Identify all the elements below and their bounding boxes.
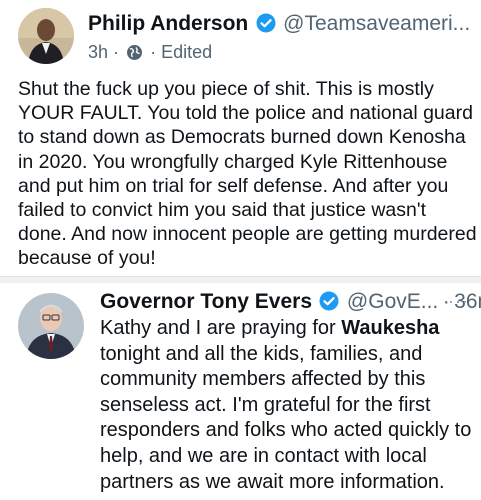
quoted-tweet-header: Governor Tony Evers @GovE... · 36m (100, 290, 481, 316)
more-options-icon[interactable]: ··· (448, 291, 469, 312)
avatar-tony-evers[interactable] (18, 293, 84, 359)
divider (0, 276, 481, 283)
tweet-text: Shut the fuck up you piece of shit. This… (18, 78, 477, 270)
quoted-author-handle[interactable]: @GovE... (347, 290, 438, 313)
globe-icon (126, 44, 143, 66)
verified-badge-icon (256, 13, 276, 38)
avatar-philip-anderson[interactable] (18, 8, 74, 64)
edited-label[interactable]: Edited (161, 42, 212, 62)
quoted-text-bold: Waukesha (341, 317, 440, 339)
quoted-author-name[interactable]: Governor Tony Evers (100, 290, 312, 313)
tweet-header: Philip Anderson @Teamsaveameri... (88, 12, 470, 38)
author-handle[interactable]: @Teamsaveameri... (283, 12, 470, 35)
quoted-tweet-text: Kathy and I are praying for Waukesha ton… (100, 316, 472, 495)
author-name[interactable]: Philip Anderson (88, 12, 248, 35)
separator-dot: · (113, 42, 120, 62)
tweet-meta: 3h · · Edited (88, 42, 212, 66)
tweet-time[interactable]: 3h (88, 42, 108, 62)
quoted-text-before: Kathy and I are praying for (100, 317, 342, 339)
quoted-text-after: tonight and all the kids, families, and … (100, 342, 472, 493)
verified-badge-icon (319, 291, 339, 316)
separator-dot: · (150, 42, 157, 62)
